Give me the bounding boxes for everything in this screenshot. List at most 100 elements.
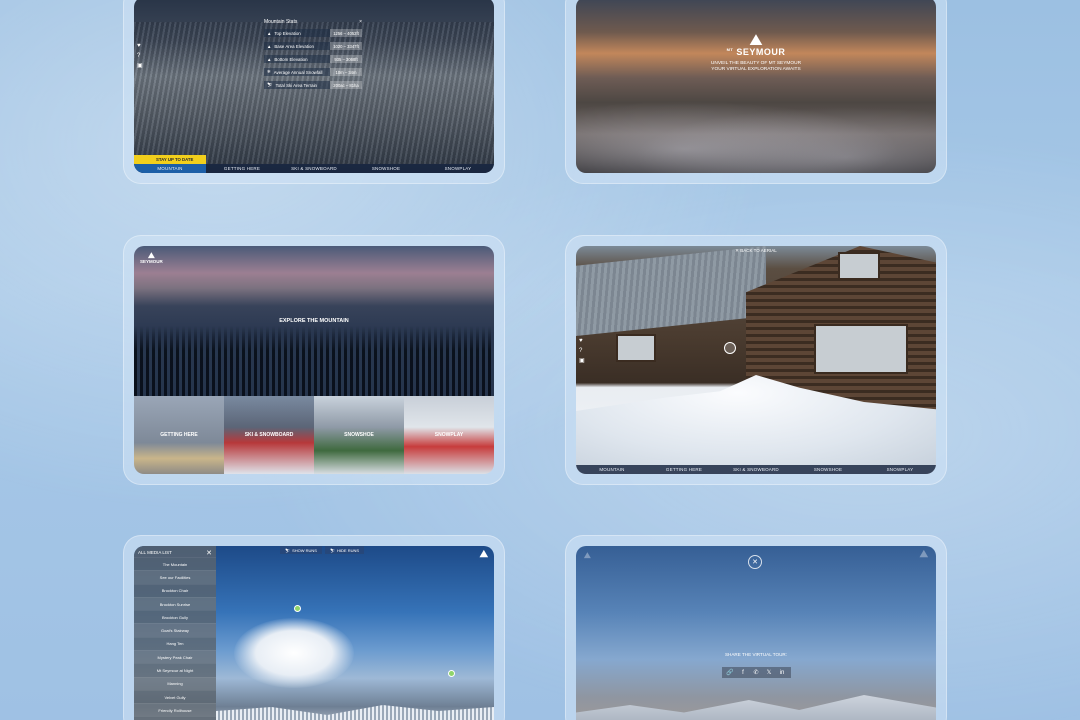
bottom-nav: MOUNTAIN GETTING HERE SKI & SNOWBOARD SN…: [576, 465, 936, 474]
screenshot-frame-media-list: ⛷ SHOW RUNS ⛷ HIDE RUNS ⛰ ALL MEDIA LIST ✕…: [123, 535, 505, 720]
help-icon[interactable]: ?: [137, 53, 143, 59]
stat-label: Top Elevation: [274, 30, 301, 36]
nav-snowplay[interactable]: SNOWPLAY: [864, 465, 936, 474]
cabin-window: [616, 334, 656, 362]
logo-brand: SEYMOUR: [140, 259, 163, 264]
share-screen: ⛰ ⛰ ✕ SHARE THE VIRTUAL TOUR: 🔗 f ✆ 𝕏 in: [576, 546, 936, 720]
explore-headline[interactable]: EXPLORE THE MOUNTAIN: [134, 318, 494, 324]
mountain-stats-panel: Mountain Stats × ▲ Top Elevation 1256 – 4…: [264, 19, 362, 93]
splash-tagline: UNVEIL THE BEAUTY OF MT SEYMOUR YOUR VIR…: [576, 61, 936, 74]
close-share-button[interactable]: ✕: [748, 555, 762, 569]
mountain-icon: ▲: [267, 30, 272, 36]
back-to-aerial-button[interactable]: ✕ BACK TO AERIAL: [576, 248, 936, 254]
show-runs-button[interactable]: ⛷ SHOW RUNS: [280, 546, 322, 554]
media-list-item[interactable]: The Mountain: [134, 557, 216, 570]
heart-icon[interactable]: ♥: [137, 43, 143, 49]
nav-snowshoe[interactable]: SNOWSHOE: [792, 465, 864, 474]
stat-label: Bottom Elevation: [274, 56, 308, 62]
mountain-range-image: [576, 695, 936, 720]
nav-ski-snowboard[interactable]: SKI & SNOWBOARD: [278, 164, 350, 173]
tile-ski-snowboard[interactable]: SKI & SNOWBOARD: [224, 396, 314, 474]
share-label: SHARE THE VIRTUAL TOUR:: [724, 652, 788, 657]
mountain-stats-screen: ♥ ? ▣ Mountain Stats × ▲ Top Elevation 12…: [134, 0, 494, 173]
category-tiles: GETTING HERE SKI & SNOWBOARD SNOWSHOE SN…: [134, 396, 494, 474]
hide-runs-button[interactable]: ⛷ HIDE RUNS: [324, 546, 365, 554]
media-list-item[interactable]: Manning: [134, 676, 216, 690]
tile-snowplay[interactable]: SNOWPLAY: [404, 396, 494, 474]
show-runs-label: SHOW RUNS: [292, 547, 317, 553]
screenshot-frame-explore: ⛰ SEYMOUR EXPLORE THE MOUNTAIN GETTING H…: [123, 235, 505, 485]
stat-value: 1256 – 4052ft: [330, 29, 362, 37]
back-to-aerial-label: BACK TO AERIAL: [740, 248, 777, 253]
mountain-icon: ▲: [267, 43, 272, 49]
ski-icon: ⛷: [285, 547, 291, 553]
nav-ski-snowboard[interactable]: SKI & SNOWBOARD: [720, 465, 792, 474]
media-list-item[interactable]: Brockton Gully: [134, 610, 216, 623]
media-list-item[interactable]: Hang Ten: [134, 636, 216, 650]
close-icon: ✕: [752, 559, 758, 566]
ski-icon: ⛷: [329, 547, 336, 553]
media-list-item[interactable]: Brockton Sunrise: [134, 596, 216, 611]
media-list-item[interactable]: Goat's Stairway: [134, 623, 216, 637]
stay-up-to-date-button[interactable]: STAY UP TO DATE: [134, 155, 206, 164]
media-list-item[interactable]: Velvet Gully: [134, 689, 216, 703]
stat-row: ▲ Top Elevation 1256 – 4052ft: [264, 28, 362, 38]
location-pin-icon[interactable]: [448, 670, 455, 677]
x-icon[interactable]: 𝕏: [763, 667, 776, 678]
tile-snowshoe[interactable]: SNOWSHOE: [314, 396, 404, 474]
media-list-item[interactable]: Mt Seymour at Night: [134, 663, 216, 676]
brand-logo[interactable]: ⛰: [480, 550, 488, 560]
stat-row: ▲ Bottom Elevation 935 – 3068ft: [264, 54, 362, 64]
cloud-image: [234, 618, 354, 688]
close-icon[interactable]: ✕: [206, 549, 212, 557]
hotspot-icon[interactable]: [724, 342, 736, 354]
nav-snowplay[interactable]: SNOWPLAY: [422, 164, 494, 173]
cabin-roof: [576, 246, 766, 336]
stat-value: 200ac – 81ha: [330, 81, 362, 89]
stat-value: 10m – 34m: [330, 68, 362, 76]
image-icon[interactable]: ▣: [137, 63, 143, 69]
stat-row: ⛷ Total Ski Area Terrain 200ac – 81ha: [264, 80, 362, 90]
nav-getting-here[interactable]: GETTING HERE: [648, 465, 720, 474]
facebook-icon[interactable]: f: [737, 667, 750, 678]
link-icon[interactable]: 🔗: [724, 667, 737, 678]
stat-label: Average Annual Snowfall: [273, 69, 323, 75]
share-icons-row: 🔗 f ✆ 𝕏 in: [721, 667, 791, 678]
screenshot-frame-mountain-stats: ♥ ? ▣ Mountain Stats × ▲ Top Elevation 12…: [123, 0, 505, 184]
runs-toggle: ⛷ SHOW RUNS ⛷ HIDE RUNS: [280, 546, 365, 554]
tagline-line-2: YOUR VIRTUAL EXPLORATION AWAITS: [711, 67, 801, 73]
location-pin-icon[interactable]: [294, 605, 301, 612]
brand-logo[interactable]: ⛰ SEYMOUR: [140, 252, 163, 265]
heart-icon[interactable]: ♥: [579, 338, 585, 344]
ski-icon: ⛷: [267, 82, 273, 87]
stat-label: Base Area Elevation: [274, 43, 314, 49]
media-list-item[interactable]: Brockton Chair: [134, 583, 216, 597]
stats-panel-title: Mountain Stats: [264, 19, 298, 25]
nav-getting-here[interactable]: GETTING HERE: [206, 164, 278, 173]
media-list-item[interactable]: Friendly Rollhouse: [134, 703, 216, 717]
cabin-window: [838, 252, 880, 280]
logo-prefix: MT: [726, 47, 734, 52]
mountain-icon: ▲: [267, 56, 272, 62]
image-icon[interactable]: ▣: [579, 358, 585, 364]
help-icon[interactable]: ?: [579, 348, 585, 354]
splash-logo: ⛰ MT SEYMOUR UNVEIL THE BEAUTY OF MT SEY…: [576, 33, 936, 74]
stat-label: Total Ski Area Terrain: [275, 82, 317, 88]
nav-snowshoe[interactable]: SNOWSHOE: [350, 164, 422, 173]
media-list-item[interactable]: Mystery Peak Chair: [134, 650, 216, 664]
tile-getting-here[interactable]: GETTING HERE: [134, 396, 224, 474]
blurred-landscape: [576, 93, 936, 173]
bottom-nav: MOUNTAIN GETTING HERE SKI & SNOWBOARD SN…: [134, 164, 494, 173]
stat-row: ❄ Average Annual Snowfall 10m – 34m: [264, 67, 362, 77]
side-toolbar: ♥ ? ▣: [137, 43, 143, 69]
close-icon[interactable]: ×: [359, 19, 362, 25]
nav-mountain[interactable]: MOUNTAIN: [576, 465, 648, 474]
media-list-title: ALL MEDIA LIST: [138, 550, 172, 555]
side-toolbar: ♥ ? ▣: [579, 338, 585, 364]
nav-mountain[interactable]: MOUNTAIN: [134, 164, 206, 173]
linkedin-icon[interactable]: in: [776, 667, 789, 678]
mountain-logo-icon: ⛰: [919, 549, 928, 560]
whatsapp-icon[interactable]: ✆: [750, 667, 763, 678]
media-list-screen: ⛷ SHOW RUNS ⛷ HIDE RUNS ⛰ ALL MEDIA LIST ✕…: [134, 546, 494, 720]
media-list-item[interactable]: See our Facilities: [134, 570, 216, 584]
